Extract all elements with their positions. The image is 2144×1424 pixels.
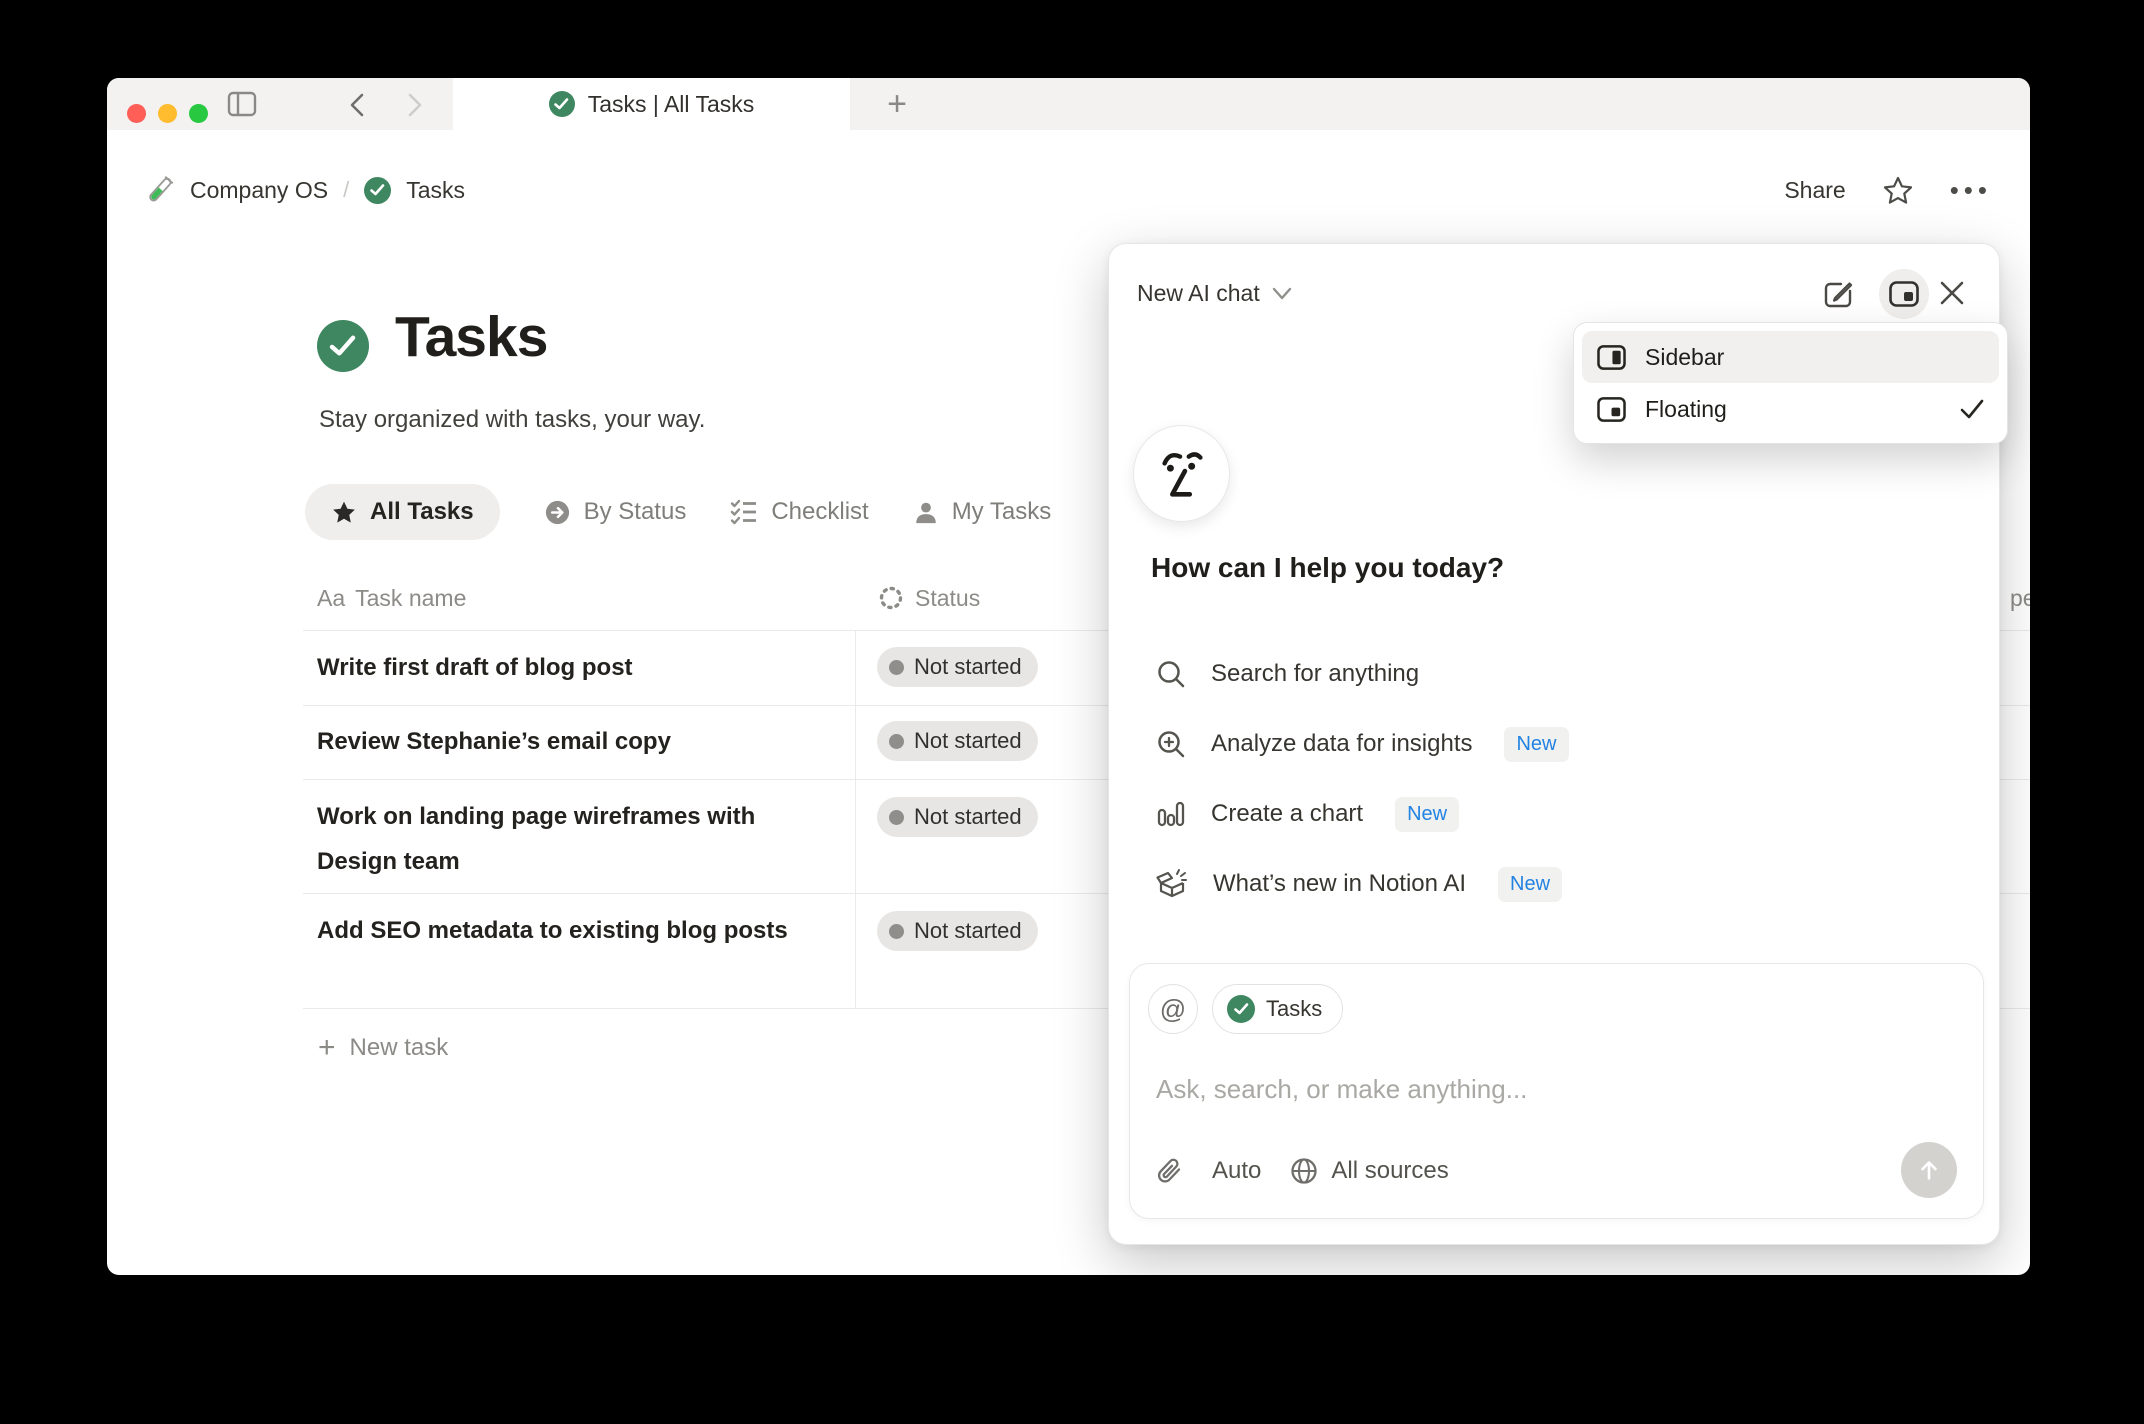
test-tube-icon <box>145 174 175 206</box>
share-button[interactable]: Share <box>1784 177 1845 204</box>
table-row-task-name[interactable]: Review Stephanie’s email copy <box>317 719 822 764</box>
notion-ai-face-icon <box>1133 425 1230 522</box>
star-icon <box>333 501 355 523</box>
new-task-button[interactable]: + New task <box>318 1028 448 1068</box>
checklist-icon <box>731 499 757 525</box>
new-badge: New <box>1504 726 1569 762</box>
status-badge[interactable]: Not started <box>877 721 1038 761</box>
arrow-up-icon <box>1921 1161 1937 1180</box>
page-icon-check[interactable] <box>317 320 369 372</box>
back-icon[interactable] <box>345 92 371 118</box>
floating-panel-icon <box>1889 281 1919 307</box>
attachment-icon[interactable] <box>1156 1156 1184 1186</box>
tab-all-tasks[interactable]: All Tasks <box>305 484 500 540</box>
tab-my-tasks[interactable]: My Tasks <box>913 498 1052 526</box>
forward-icon[interactable] <box>401 92 427 118</box>
top-actions: Share ••• <box>1784 175 1992 206</box>
status-dot <box>889 923 904 939</box>
view-tab-label: All Tasks <box>370 498 474 525</box>
menu-item-sidebar[interactable]: Sidebar <box>1582 331 1999 383</box>
suggestion-analyze-data[interactable]: Analyze data for insights New <box>1155 722 1569 766</box>
menu-item-floating[interactable]: Floating <box>1582 383 1999 435</box>
suggestion-search[interactable]: Search for anything <box>1155 652 1419 696</box>
tasks-check-icon <box>1227 995 1255 1023</box>
ai-composer: @ Tasks Ask, search, or make anything...… <box>1129 963 1984 1219</box>
text-type-icon: Aa <box>317 584 346 611</box>
status-badge[interactable]: Not started <box>877 911 1038 951</box>
table-row-task-name[interactable]: Work on landing page wireframes with Des… <box>317 794 822 884</box>
sidebar-toggle-icon[interactable] <box>227 90 257 118</box>
breadcrumb: Company OS / Tasks <box>145 174 465 206</box>
globe-icon <box>1291 1158 1318 1184</box>
ai-chat-header[interactable]: New AI chat <box>1137 280 1292 307</box>
close-window-button[interactable] <box>127 104 146 123</box>
sources-selector[interactable]: All sources <box>1289 1156 1449 1186</box>
tasks-check-icon <box>548 91 575 117</box>
panel-mode-menu: Sidebar Floating <box>1573 322 2008 444</box>
page-subtitle: Stay organized with tasks, your way. <box>319 406 706 433</box>
tab-bar: Tasks | All Tasks + <box>107 78 2030 130</box>
search-plus-icon <box>1158 731 1185 758</box>
ai-input-placeholder[interactable]: Ask, search, or make anything... <box>1156 1074 1527 1105</box>
suggestion-create-chart[interactable]: Create a chart New <box>1155 792 1460 836</box>
view-tabs: All Tasks By Status Checklist My Tasks <box>305 484 1051 540</box>
suggestion-whats-new[interactable]: What’s new in Notion AI New <box>1155 862 1563 906</box>
mode-selector[interactable]: Auto <box>1212 1157 1261 1185</box>
tab-by-status[interactable]: By Status <box>544 498 687 526</box>
floating-panel-icon <box>1597 396 1626 422</box>
column-header-status[interactable]: Status <box>877 578 980 618</box>
status-spinner-icon <box>879 586 903 610</box>
panel-mode-button[interactable] <box>1879 269 1929 319</box>
ai-greeting: How can I help you today? <box>1151 552 1505 583</box>
more-options-icon[interactable]: ••• <box>1950 175 1992 206</box>
table-row-task-name[interactable]: Add SEO metadata to existing blog posts <box>317 908 822 953</box>
view-tab-label: My Tasks <box>951 498 1052 525</box>
table-row-task-name[interactable]: Write first draft of blog post <box>317 645 822 690</box>
search-icon <box>1158 661 1185 688</box>
context-chip-tasks[interactable]: Tasks <box>1212 984 1344 1034</box>
tasks-check-icon <box>364 176 392 204</box>
column-header-task-name[interactable]: Aa Task name <box>317 578 466 618</box>
column-divider <box>855 630 856 1008</box>
new-tab-button[interactable]: + <box>875 83 919 125</box>
active-tab[interactable]: Tasks | All Tasks <box>453 78 850 130</box>
page-title: Tasks <box>395 305 548 369</box>
composer-footer: Auto All sources <box>1156 1156 1449 1186</box>
status-badge[interactable]: Not started <box>877 797 1038 837</box>
ai-chat-title: New AI chat <box>1137 280 1260 306</box>
top-bar: Company OS / Tasks Share ••• <box>145 162 1992 218</box>
close-icon[interactable] <box>1937 278 1969 310</box>
new-badge: New <box>1498 866 1563 902</box>
new-chat-compose-icon[interactable] <box>1821 277 1855 311</box>
view-tab-label: Checklist <box>771 498 869 525</box>
breadcrumb-workspace[interactable]: Company OS <box>190 177 328 204</box>
breadcrumb-page[interactable]: Tasks <box>406 177 465 204</box>
send-button[interactable] <box>1901 1142 1957 1198</box>
status-dot <box>889 733 904 749</box>
chevron-down-icon <box>1272 287 1291 299</box>
plus-icon: + <box>318 1031 336 1064</box>
status-dot <box>889 809 904 825</box>
checkmark-icon <box>1960 399 1984 419</box>
window-controls <box>127 104 208 123</box>
person-icon <box>915 502 936 523</box>
status-badge[interactable]: Not started <box>877 647 1038 687</box>
zoom-window-button[interactable] <box>189 104 208 123</box>
arrow-circle-icon <box>545 500 569 524</box>
mention-button[interactable]: @ <box>1148 984 1198 1034</box>
desktop-background: Tasks | All Tasks + Company OS / Tasks S… <box>0 0 2144 1424</box>
favorite-star-icon[interactable] <box>1882 175 1914 206</box>
bar-chart-icon <box>1157 801 1185 827</box>
tab-title: Tasks | All Tasks <box>587 90 755 117</box>
sidebar-right-icon <box>1597 344 1626 370</box>
view-tab-label: By Status <box>583 498 687 525</box>
status-dot <box>889 659 904 675</box>
column-header-partial[interactable]: pe <box>2010 578 2030 618</box>
open-box-icon <box>1156 869 1187 898</box>
tab-checklist[interactable]: Checklist <box>730 498 869 526</box>
minimize-window-button[interactable] <box>158 104 177 123</box>
breadcrumb-separator: / <box>343 177 350 202</box>
new-badge: New <box>1395 796 1460 832</box>
